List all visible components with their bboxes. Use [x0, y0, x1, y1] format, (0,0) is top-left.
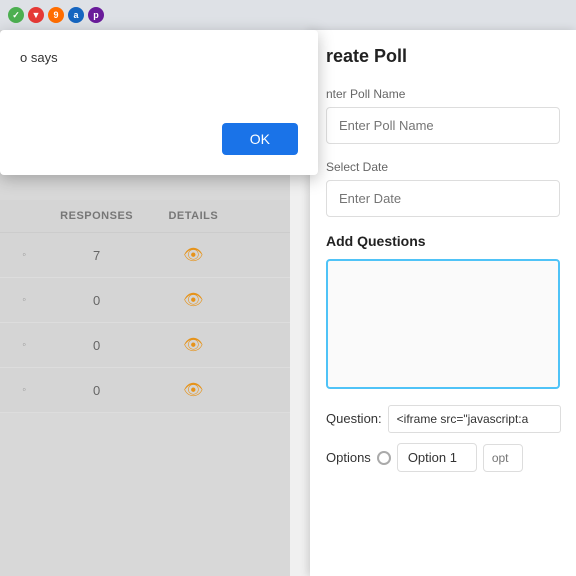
col-empty [0, 210, 48, 222]
poll-name-input[interactable] [326, 107, 560, 144]
alert-message: o says [20, 50, 298, 65]
row-index: ◦ [0, 294, 48, 306]
browser-icon-red: ▼ [28, 7, 44, 23]
browser-icon-purple: p [88, 7, 104, 23]
create-poll-panel: reate Poll nter Poll Name Select Date Ad… [310, 30, 576, 576]
responses-cell: 7 [48, 248, 145, 263]
table-row: ◦ 0 👁 [0, 323, 290, 368]
responses-cell: 0 [48, 338, 145, 353]
option2-input[interactable] [483, 444, 523, 472]
poll-name-label: nter Poll Name [326, 87, 560, 101]
responses-cell: 0 [48, 293, 145, 308]
question-label: Question: [326, 405, 382, 426]
date-input[interactable] [326, 180, 560, 217]
browser-icon-orange: 9 [48, 7, 64, 23]
table-row: ◦ 0 👁 [0, 278, 290, 323]
table-row: ◦ 7 👁 [0, 233, 290, 278]
option1-input[interactable] [397, 443, 477, 472]
ok-button[interactable]: OK [222, 123, 298, 155]
browser-icon-green: ✓ [8, 7, 24, 23]
browser-icon-blue: a [68, 7, 84, 23]
data-table: RESPONSES DETAILS ◦ 7 👁 ◦ 0 👁 ◦ 0 👁 [0, 200, 290, 413]
row-index: ◦ [0, 249, 48, 261]
details-cell: 👁 [145, 290, 242, 310]
eye-icon[interactable]: 👁 [183, 247, 203, 264]
details-cell: 👁 [145, 245, 242, 265]
eye-icon[interactable]: 👁 [183, 292, 203, 309]
table-row: ◦ 0 👁 [0, 368, 290, 413]
col-details: DETAILS [145, 210, 242, 222]
options-row: Options [326, 443, 560, 472]
browser-chrome: ✓ ▼ 9 a p [0, 0, 576, 30]
alert-dialog: o says OK [0, 30, 318, 175]
add-questions-label: Add Questions [326, 233, 560, 249]
alert-buttons: OK [20, 123, 298, 155]
add-questions-box[interactable] [326, 259, 560, 389]
eye-icon[interactable]: 👁 [183, 337, 203, 354]
radio-button[interactable] [377, 451, 391, 465]
row-index: ◦ [0, 339, 48, 351]
col-responses: RESPONSES [48, 210, 145, 222]
details-cell: 👁 [145, 380, 242, 400]
responses-cell: 0 [48, 383, 145, 398]
question-input[interactable] [388, 405, 561, 433]
date-label: Select Date [326, 160, 560, 174]
options-label: Options [326, 450, 371, 465]
eye-icon[interactable]: 👁 [183, 382, 203, 399]
table-header: RESPONSES DETAILS [0, 200, 290, 233]
question-row: Question: [326, 405, 560, 433]
panel-title: reate Poll [326, 46, 560, 67]
col-end [242, 210, 290, 222]
row-index: ◦ [0, 384, 48, 396]
details-cell: 👁 [145, 335, 242, 355]
